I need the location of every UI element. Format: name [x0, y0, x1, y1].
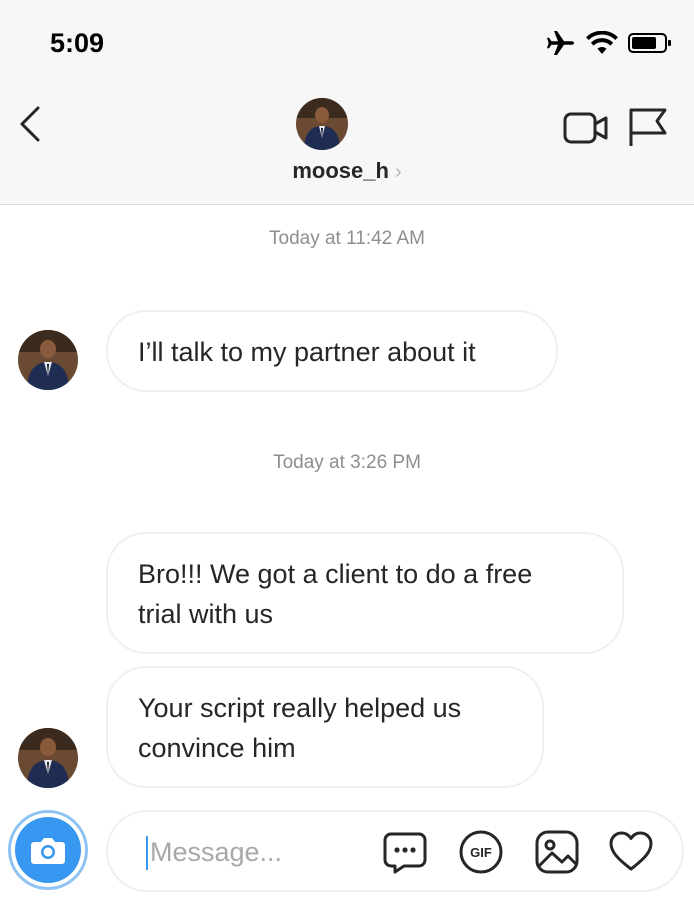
status-time: 5:09 [50, 28, 105, 58]
message-timestamp: Today at 11:42 AM [269, 228, 425, 249]
message-bubble[interactable]: I’ll talk to my partner about it [106, 310, 558, 392]
wifi-icon [586, 31, 618, 54]
conversation-header[interactable]: moose_h › [0, 158, 694, 184]
message-composer: GIF [106, 810, 684, 892]
message-bubble[interactable]: Your script really helped us convince hi… [106, 666, 544, 788]
sender-avatar[interactable] [18, 728, 78, 788]
sender-avatar[interactable] [18, 330, 78, 390]
chat-bubble-icon[interactable] [382, 829, 428, 875]
airplane-icon [547, 31, 574, 55]
username-label: moose_h [292, 158, 389, 183]
top-bar: 5:09 moose_h › [0, 0, 694, 205]
video-call-icon[interactable] [562, 108, 610, 148]
status-icons [546, 30, 672, 56]
flag-icon[interactable] [626, 106, 670, 148]
gif-label: GIF [470, 845, 492, 860]
camera-icon [31, 838, 65, 864]
back-icon[interactable] [14, 104, 48, 144]
message-input[interactable] [150, 832, 380, 872]
gif-icon[interactable]: GIF [458, 829, 504, 875]
text-caret [146, 836, 148, 870]
message-timestamp: Today at 3:26 PM [273, 452, 421, 473]
chevron-right-icon: › [394, 161, 402, 183]
message-text-line: Your script really helped us [138, 693, 462, 723]
heart-icon[interactable] [608, 829, 654, 875]
battery-icon [628, 33, 671, 53]
image-icon[interactable] [534, 829, 580, 875]
message-text-line: Bro!!! We got a client to do a free [138, 559, 533, 589]
message-text: I’ll talk to my partner about it [138, 337, 476, 367]
message-bubble[interactable]: Bro!!! We got a client to do a free tria… [106, 532, 624, 654]
message-text-line: convince him [138, 733, 296, 763]
header-avatar[interactable] [296, 98, 348, 150]
camera-button[interactable] [8, 810, 88, 890]
message-text-line: trial with us [138, 599, 274, 629]
